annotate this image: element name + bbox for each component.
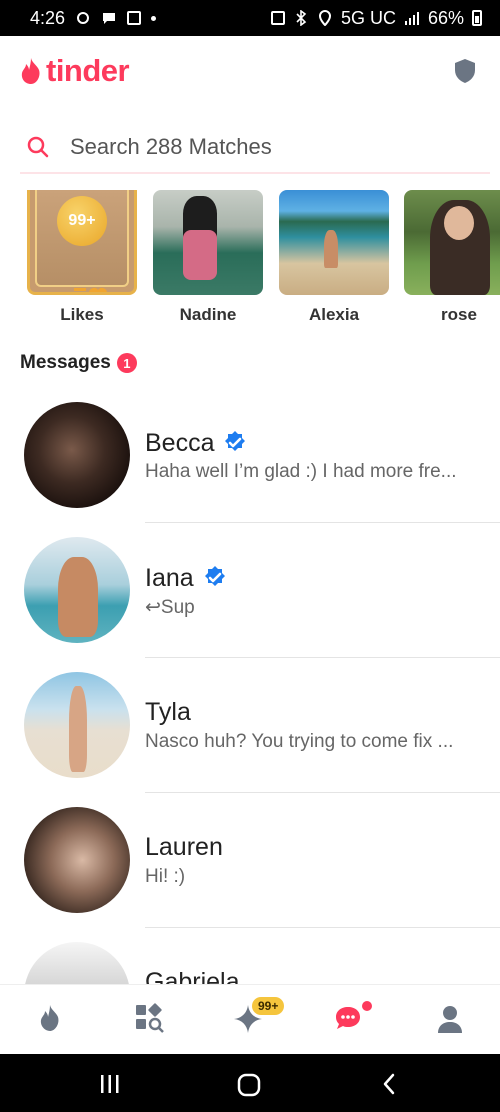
bluetooth-icon (296, 10, 307, 26)
search-bar[interactable] (20, 122, 490, 174)
avatar (24, 672, 130, 778)
tinder-logo[interactable]: tinder (20, 53, 130, 89)
status-time: 4:26 (30, 7, 66, 28)
message-preview-row: ↩Sup (145, 596, 490, 619)
signal-icon (404, 12, 419, 25)
match-name: rose (441, 305, 477, 324)
message-sender: Becca (145, 428, 250, 458)
verified-badge-icon (225, 431, 246, 451)
sender-name: Tyla (145, 698, 191, 726)
message-preview: Sup (160, 597, 195, 618)
battery-percent: 66% (427, 7, 464, 28)
message-preview: Nasco huh? You trying to come fix ... (145, 731, 454, 752)
new-message-dot (362, 1001, 372, 1011)
avatar (24, 402, 130, 508)
message-item-lauren[interactable]: Lauren Hi! :) (0, 793, 500, 928)
search-input[interactable] (70, 134, 450, 160)
likes-heart-icon (74, 288, 107, 292)
tinder-screen: 4:26 5G UC 66% tinder Search 288 Matches… (0, 0, 500, 1112)
verified-badge-icon (204, 566, 225, 586)
lock-icon (270, 11, 285, 25)
message-sender: Lauren (145, 833, 223, 862)
network-label: 5G UC (340, 7, 396, 28)
message-icon (103, 13, 116, 24)
location-icon (318, 10, 331, 26)
flame-logo-icon (21, 58, 40, 84)
notification-icon (77, 12, 90, 24)
reply-arrow-icon: ↩ (145, 597, 161, 618)
message-sender: Iana (145, 563, 230, 593)
message-preview: Hi! :) (145, 866, 186, 887)
match-name: Alexia (308, 305, 360, 324)
gold-badge: 99+ (252, 997, 285, 1015)
message-preview: Haha well I’m glad :) I had more fre... (145, 461, 457, 482)
message-list: Becca Haha well I’m glad :) I had more f… (0, 388, 500, 984)
message-sender: Gabriela (145, 968, 240, 984)
messages-heading: Messages 1 (20, 352, 137, 374)
app-header: tinder (0, 36, 500, 106)
flame-icon[interactable] (32, 1001, 68, 1037)
safety-shield-icon[interactable] (450, 56, 480, 86)
search-icon (27, 136, 49, 158)
message-item-gabriela[interactable]: Gabriela (0, 928, 500, 984)
sender-name: Lauren (145, 833, 223, 861)
sender-name: Gabriela (145, 968, 240, 984)
more-notifications-icon (151, 15, 157, 21)
message-item-tyla[interactable]: Tyla Nasco huh? You trying to come fix .… (0, 658, 500, 793)
gallery-icon (127, 11, 142, 25)
match-photo (404, 190, 500, 295)
match-name: Nadine (179, 305, 237, 324)
avatar (24, 537, 130, 643)
match-card-rose[interactable]: rose (404, 190, 500, 325)
likes-card[interactable]: 99+ Likes (27, 190, 137, 325)
messages-title: Messages (20, 352, 111, 373)
message-item-iana[interactable]: Iana ↩Sup (0, 523, 500, 658)
unread-count-badge: 1 (116, 353, 137, 373)
message-sender: Tyla (145, 698, 191, 727)
home-icon[interactable] (236, 1072, 262, 1098)
sender-name: Iana (145, 563, 194, 592)
match-card-alexia[interactable]: Alexia (279, 190, 389, 325)
logo-text: tinder (46, 53, 130, 88)
match-photo (153, 190, 263, 295)
back-icon[interactable] (378, 1072, 402, 1096)
likes-count-badge: 99+ (57, 196, 107, 246)
likes-thumbnail: 99+ (27, 190, 137, 295)
system-nav-bar (0, 1054, 500, 1112)
avatar (24, 807, 130, 913)
match-card-nadine[interactable]: Nadine (153, 190, 263, 325)
recent-apps-icon[interactable] (98, 1072, 122, 1096)
battery-icon (472, 10, 482, 26)
match-name: Likes (60, 305, 104, 324)
profile-icon[interactable] (432, 1001, 468, 1037)
new-matches-row: 99+ Likes Nadine Alexia rose (0, 190, 500, 330)
explore-icon[interactable] (132, 1001, 168, 1037)
bottom-nav: 99+ (0, 984, 500, 1054)
sender-name: Becca (145, 428, 215, 457)
avatar (24, 942, 130, 984)
match-photo (279, 190, 389, 295)
message-item-becca[interactable]: Becca Haha well I’m glad :) I had more f… (0, 388, 500, 523)
status-bar: 4:26 5G UC 66% (0, 0, 500, 36)
